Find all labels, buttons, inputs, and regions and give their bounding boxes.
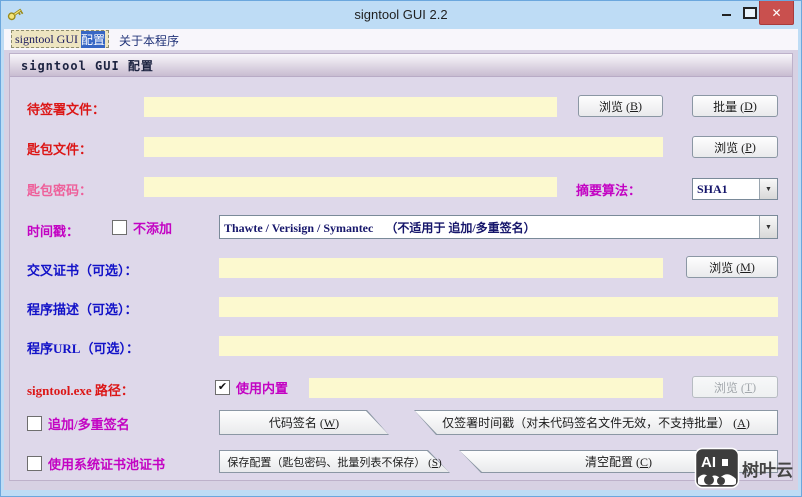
cross-cert-label: 交叉证书（可选）：: [27, 263, 138, 278]
system-store-label: 使用系统证书池证书: [48, 457, 166, 472]
app-window: signtool GUI 2.2 ✕ signtool GUI 配置 关于本程序…: [0, 0, 802, 497]
append-multi-checkbox[interactable]: 追加/多重签名: [27, 414, 130, 433]
watermark-logo-icon: AI: [694, 447, 740, 489]
code-sign-button[interactable]: 代码签名 (W): [219, 410, 389, 435]
browse-signtool-button: 浏览 (T): [692, 376, 778, 398]
timestamp-noadd-label: 不添加: [133, 221, 173, 236]
append-multi-label: 追加/多重签名: [48, 417, 130, 432]
maximize-button[interactable]: [741, 4, 759, 21]
title-bar: signtool GUI 2.2 ✕: [1, 1, 801, 29]
chevron-down-icon: ▼: [765, 223, 772, 231]
checkbox-box: [27, 456, 42, 471]
menu-item-about[interactable]: 关于本程序: [119, 32, 179, 49]
checkbox-box: [112, 220, 127, 235]
digest-combobox[interactable]: SHA1 ▼: [692, 178, 778, 200]
chevron-down-icon: ▼: [765, 185, 772, 193]
program-url-label: 程序URL（可选）：: [27, 341, 139, 356]
key-file-label: 匙包文件：: [27, 142, 93, 157]
batch-button[interactable]: 批量 (D): [692, 95, 778, 117]
sign-file-input[interactable]: [144, 97, 557, 117]
client-area: signtool GUI 配置 关于本程序 signtool GUI 配置 待签…: [4, 29, 798, 490]
cross-cert-input[interactable]: [219, 258, 663, 278]
use-builtin-checkbox[interactable]: ✔ 使用内置: [215, 378, 288, 397]
groupbox-title: signtool GUI 配置: [21, 58, 154, 73]
digest-dropdown-button[interactable]: ▼: [759, 179, 777, 199]
key-file-input[interactable]: [144, 137, 663, 157]
browse-cross-cert-button[interactable]: 浏览 (M): [686, 256, 778, 278]
window-title: signtool GUI 2.2: [354, 7, 448, 22]
save-config-button[interactable]: 保存配置（匙包密码、批量列表不保存） (S): [219, 450, 450, 473]
browse-sign-file-button[interactable]: 浏览 (B): [578, 95, 663, 117]
watermark-text: 树叶云: [742, 460, 793, 480]
maximize-icon: [743, 6, 757, 19]
timestamp-only-button[interactable]: 仅签署时间戳（对未代码签名文件无效，不支持批量） (A): [414, 410, 778, 435]
description-input[interactable]: [219, 297, 778, 317]
description-label: 程序描述（可选）：: [27, 302, 138, 317]
signtool-path-label: signtool.exe 路径：: [27, 383, 134, 398]
menu-item-config[interactable]: signtool GUI 配置: [11, 30, 110, 48]
minimize-icon: [721, 13, 731, 16]
menu-bar: signtool GUI 配置 关于本程序: [4, 29, 798, 50]
system-store-checkbox[interactable]: 使用系统证书池证书: [27, 454, 165, 473]
timestamp-selected-value: Thawte / Verisign / Symantec （不适用于 追加/多重…: [224, 220, 536, 235]
checkbox-box: ✔: [215, 380, 230, 395]
timestamp-dropdown-button[interactable]: ▼: [759, 216, 777, 238]
browse-key-file-button[interactable]: 浏览 (P): [692, 136, 778, 158]
key-password-label: 匙包密码：: [27, 183, 93, 198]
minimize-button[interactable]: [717, 4, 735, 21]
signtool-path-input[interactable]: [309, 378, 663, 398]
digest-label: 摘要算法：: [576, 183, 642, 198]
timestamp-server-combobox[interactable]: Thawte / Verisign / Symantec （不适用于 追加/多重…: [219, 215, 778, 239]
watermark: AI 树叶云: [694, 447, 793, 489]
checkbox-box: [27, 416, 42, 431]
svg-text:AI: AI: [701, 454, 716, 471]
program-url-input[interactable]: [219, 336, 778, 356]
close-button[interactable]: ✕: [759, 1, 794, 25]
sign-file-label: 待签署文件：: [27, 102, 106, 117]
key-password-input[interactable]: [144, 177, 557, 197]
use-builtin-label: 使用内置: [236, 381, 289, 396]
close-icon: ✕: [771, 5, 782, 20]
check-icon: ✔: [217, 381, 228, 393]
timestamp-noadd-checkbox[interactable]: 不添加: [112, 218, 172, 237]
groupbox-header: signtool GUI 配置: [10, 54, 792, 77]
timestamp-label: 时间戳：: [27, 224, 80, 239]
config-groupbox: signtool GUI 配置 待签署文件： 浏览 (B) 批量 (D) 匙包文…: [9, 53, 793, 481]
digest-selected-value: SHA1: [697, 181, 728, 196]
